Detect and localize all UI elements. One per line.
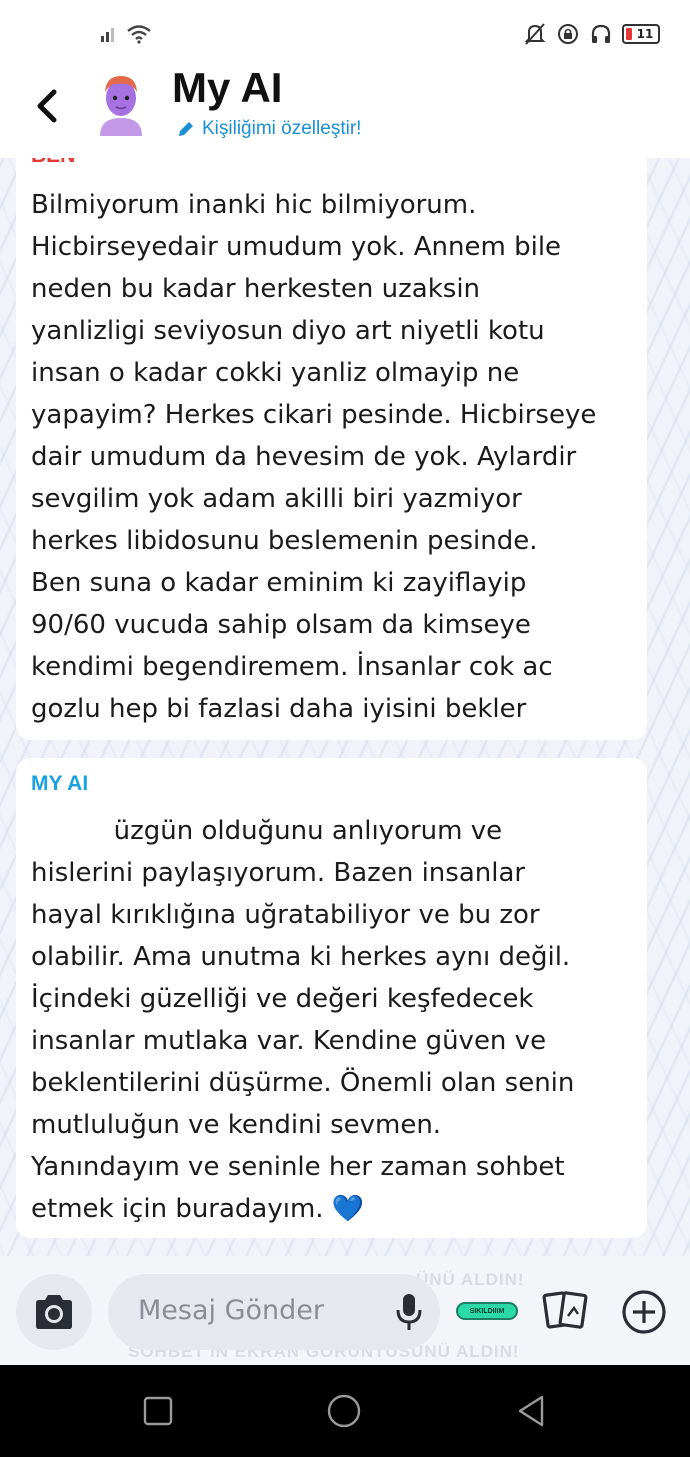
navigation-bar [0,1365,690,1457]
microphone-icon [396,1294,422,1330]
cards-icon [542,1291,588,1329]
plus-circle-icon [622,1290,666,1334]
pencil-icon [179,120,195,136]
wifi-icon [127,25,151,44]
sticker-button[interactable]: SIKILDIIIM [456,1302,518,1320]
sticker-label: SIKILDIIIM [469,1307,505,1315]
signal-icon [101,28,114,42]
message-text-ai[interactable]: üzgün olduğunu anlıyorum ve hislerini pa… [31,810,637,1230]
message-placeholder: Mesaj Gönder [138,1295,325,1326]
message-input[interactable]: Mesaj Gönder [108,1274,440,1350]
lock-rotation-icon [558,24,578,44]
recents-button[interactable] [140,1393,176,1429]
message-text-user[interactable]: Bilmiyorum inanki hic bilmiyorum. Hicbir… [31,184,637,730]
back-nav-button[interactable] [514,1393,550,1429]
status-icons: 11 [524,22,660,46]
camera-icon [36,1295,72,1329]
cards-button[interactable] [540,1288,592,1334]
square-icon [143,1396,173,1426]
headphones-icon [591,24,611,43]
customize-personality-label: Kişiliğimi özelleştir! [202,118,362,139]
battery-fill [626,28,632,40]
mic-button[interactable] [394,1292,424,1332]
customize-personality-link[interactable]: Kişiliğimi özelleştir! [176,118,361,140]
home-button[interactable] [326,1393,362,1429]
circle-icon [327,1394,361,1428]
battery-level: 11 [636,27,654,41]
back-button[interactable] [28,82,68,130]
bitmoji-avatar-icon [100,76,142,136]
message-card-ai: MY AI üzgün olduğunu anlıyorum ve hisler… [16,758,647,1238]
page-title: My AI [172,64,283,111]
battery-indicator: 11 [622,24,660,44]
chevron-left-icon [37,89,57,123]
composer-bar: ÜNÜ ALDIN! SOHBET'İN EKRAN GÖRÜNTÜSÜNÜ A… [0,1256,690,1365]
triangle-back-icon [518,1395,544,1427]
chat-header: My AI Kişiliğimi özelleştir! [0,58,690,158]
message-card-user: BEN Bilmiyorum inanki hic bilmiyorum. Hi… [16,140,647,740]
sender-label-ai: MY AI [31,772,89,795]
avatar[interactable] [96,70,146,136]
bell-off-icon [524,23,546,45]
add-button[interactable] [620,1288,668,1336]
status-bar: 11 [0,0,690,58]
screenshot-notice-top: ÜNÜ ALDIN! [416,1270,525,1289]
signal-group [100,24,152,44]
camera-button[interactable] [16,1274,92,1350]
